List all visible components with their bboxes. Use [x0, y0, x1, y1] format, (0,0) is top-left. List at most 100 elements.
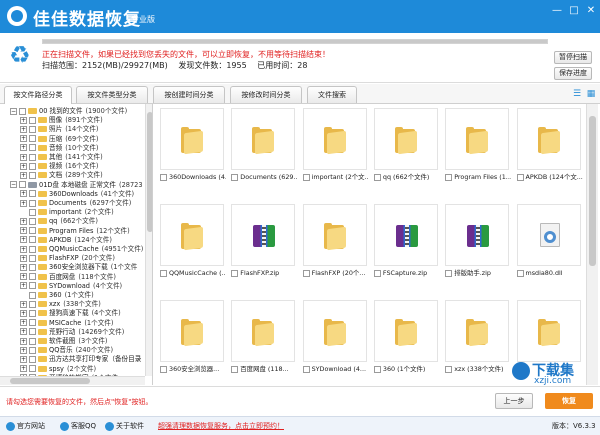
tree-checkbox[interactable] — [29, 135, 36, 143]
expand-icon[interactable]: + — [20, 300, 27, 308]
expand-icon[interactable]: + — [20, 282, 27, 290]
file-thumbnail[interactable] — [302, 204, 367, 266]
expand-icon[interactable]: + — [20, 217, 27, 225]
expand-icon[interactable]: + — [20, 190, 27, 198]
file-item[interactable]: Documents (629... — [229, 106, 297, 191]
previous-step-button[interactable]: 上一步 — [495, 393, 533, 409]
tree-node[interactable]: + 照片 (14个文件) — [20, 125, 99, 134]
tree-node[interactable]: +360安全浏览器下载 (1个文件 — [20, 263, 137, 272]
tree-node[interactable]: + 搜狗高速下载 (4个文件) — [20, 309, 121, 318]
file-item[interactable]: 360Downloads (4... — [158, 106, 226, 191]
expand-icon[interactable]: + — [20, 125, 27, 133]
file-checkbox[interactable] — [445, 269, 453, 277]
file-thumbnail[interactable] — [373, 300, 438, 362]
expand-icon[interactable]: + — [20, 319, 27, 327]
tab-by-type[interactable]: 按文件类型分类 — [76, 86, 148, 103]
minimize-button[interactable]: — — [548, 4, 566, 18]
tree-checkbox[interactable] — [29, 217, 36, 225]
file-thumbnail[interactable] — [516, 108, 581, 170]
tree-checkbox[interactable] — [29, 153, 36, 161]
file-item[interactable]: FlashFXP.zip — [229, 202, 296, 287]
file-checkbox[interactable] — [160, 365, 167, 373]
expand-icon[interactable]: + — [20, 199, 27, 207]
expand-icon[interactable]: + — [20, 153, 27, 161]
expand-icon[interactable]: + — [20, 171, 27, 179]
file-thumbnail[interactable] — [516, 204, 581, 266]
tree-node[interactable]: + qq (662个文件) — [20, 217, 98, 226]
tree-node[interactable]: important (2个文件) — [20, 208, 114, 217]
expand-icon[interactable]: + — [20, 346, 27, 354]
file-thumbnail[interactable] — [445, 300, 510, 362]
grid-vertical-scrollbar[interactable] — [586, 104, 598, 385]
about-link[interactable]: 关于软件 — [105, 421, 144, 431]
tree-checkbox[interactable] — [19, 181, 26, 189]
tree-checkbox[interactable] — [29, 273, 36, 281]
grid-view-icon[interactable]: ▦ — [586, 89, 596, 99]
tree-node[interactable]: + 文档 (289个文件) — [20, 171, 103, 180]
file-thumbnail[interactable] — [302, 108, 367, 170]
tree-checkbox[interactable] — [29, 300, 36, 308]
file-thumbnail[interactable] — [516, 300, 581, 362]
official-website-link[interactable]: 官方网站 — [6, 421, 45, 431]
file-thumbnail[interactable] — [373, 108, 438, 170]
save-progress-button[interactable]: 保存进度 — [554, 67, 592, 80]
tab-by-modified[interactable]: 按修改时间分类 — [230, 86, 302, 103]
file-item[interactable]: important (2个文... — [301, 106, 369, 191]
tree-checkbox[interactable] — [29, 208, 36, 216]
expand-icon[interactable]: + — [20, 162, 27, 170]
tree-node[interactable]: + 迅方达共享打印专家（备份目录 — [20, 355, 144, 364]
tree-checkbox[interactable] — [29, 199, 36, 207]
tree-checkbox[interactable] — [29, 319, 36, 327]
tree-scroll-thumb[interactable] — [147, 112, 152, 232]
expand-icon[interactable]: + — [20, 355, 27, 363]
file-checkbox[interactable] — [302, 365, 310, 373]
file-thumbnail[interactable] — [160, 300, 224, 362]
tree-node[interactable]: − 00 找到的文件 (1900个文件) — [10, 107, 127, 116]
tree-node[interactable]: + 压缩 (69个文件) — [20, 135, 99, 144]
file-item[interactable]: qq (662个文件) — [372, 106, 439, 191]
tree-checkbox[interactable] — [29, 254, 36, 262]
file-item[interactable]: APKDB (124个文... — [515, 106, 583, 191]
tree-checkbox[interactable] — [29, 337, 36, 345]
file-checkbox[interactable] — [516, 269, 524, 277]
tree-checkbox[interactable] — [19, 107, 26, 115]
expand-icon[interactable]: + — [20, 328, 27, 336]
maximize-button[interactable]: □ — [565, 4, 583, 18]
expand-icon[interactable]: + — [20, 116, 27, 124]
file-checkbox[interactable] — [231, 269, 239, 277]
list-view-icon[interactable]: ☰ — [572, 89, 582, 99]
file-checkbox[interactable] — [302, 173, 310, 181]
file-item[interactable]: QQMusicCache (... — [158, 202, 226, 287]
tree-hscroll-thumb[interactable] — [10, 378, 90, 384]
pause-scan-button[interactable]: 暂停扫描 — [554, 51, 592, 64]
expand-icon[interactable]: + — [20, 263, 27, 271]
tab-by-path[interactable]: 按文件路径分类 — [4, 86, 72, 104]
tree-node[interactable]: + FlashFXP (20个文件) — [20, 254, 115, 263]
tree-checkbox[interactable] — [29, 263, 36, 271]
tab-by-created[interactable]: 按创建时间分类 — [153, 86, 225, 103]
file-checkbox[interactable] — [373, 269, 381, 277]
tree-node[interactable]: + Documents (6297个文件) — [20, 199, 131, 208]
tree-node[interactable]: + 软件截图 (3个文件) — [20, 337, 108, 346]
file-checkbox[interactable] — [516, 173, 524, 181]
tree-checkbox[interactable] — [29, 190, 36, 198]
file-checkbox[interactable] — [231, 173, 239, 181]
support-qq-link[interactable]: 客服QQ — [60, 421, 96, 431]
tree-checkbox[interactable] — [29, 291, 36, 299]
file-thumbnail[interactable] — [231, 108, 296, 170]
file-checkbox[interactable] — [445, 173, 453, 181]
tree-checkbox[interactable] — [29, 144, 36, 152]
file-item[interactable]: FlashFXP (20个... — [301, 202, 368, 287]
tree-node[interactable]: + 其他 (141个文件) — [20, 153, 103, 162]
tree-node[interactable]: + 视频 (16个文件) — [20, 162, 99, 171]
file-thumbnail[interactable] — [445, 108, 510, 170]
file-item[interactable]: 360 (1个文件) — [372, 298, 439, 383]
tree-node[interactable]: − 01D盘 本地磁盘 正常文件 (28723 — [10, 181, 143, 190]
close-button[interactable]: ✕ — [582, 4, 600, 18]
tree-checkbox[interactable] — [29, 162, 36, 170]
collapse-icon[interactable]: − — [10, 181, 17, 189]
collapse-icon[interactable]: − — [10, 107, 17, 115]
file-item[interactable]: 360安全浏览器... — [158, 298, 225, 383]
expand-icon[interactable]: + — [20, 245, 27, 253]
recover-button[interactable]: 恢复 — [545, 393, 593, 409]
